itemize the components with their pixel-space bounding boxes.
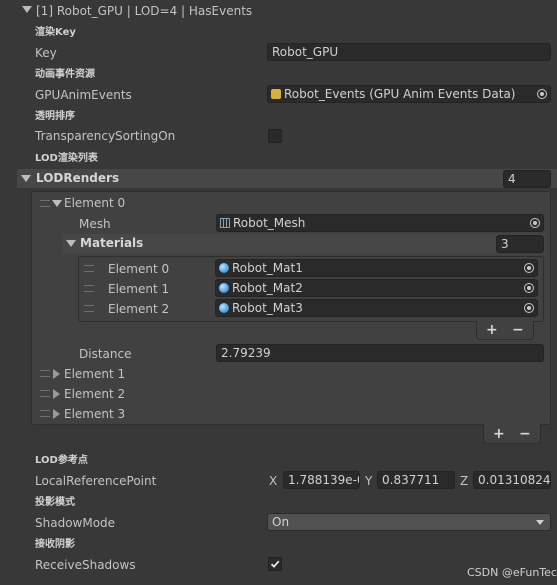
- section-header-anim-events: 动画事件资源: [35, 69, 95, 80]
- local-ref-y-input[interactable]: 0.837711: [377, 471, 455, 489]
- drag-handle-icon[interactable]: [40, 410, 50, 417]
- drag-handle-icon[interactable]: [40, 370, 50, 377]
- materials-footer: [476, 321, 534, 340]
- distance-input[interactable]: 2.79239: [216, 344, 544, 362]
- section-header-lod-list: LOD渲染列表: [35, 153, 98, 164]
- drag-handle-icon[interactable]: [40, 390, 50, 397]
- receive-shadows-checkbox[interactable]: [268, 557, 282, 571]
- local-reference-point-label: LocalReferencePoint: [35, 474, 157, 488]
- materials-add-button[interactable]: +: [486, 322, 498, 338]
- y-axis-label: Y: [365, 474, 373, 488]
- shadow-mode-dropdown[interactable]: On: [267, 513, 551, 531]
- section-header-transparency: 透明排序: [35, 111, 75, 122]
- mesh-icon: [220, 218, 230, 228]
- key-input[interactable]: Robot_GPU: [267, 43, 551, 61]
- material-icon: [219, 263, 229, 273]
- element-0-label: Element 0: [64, 196, 126, 210]
- section-header-render-key: 渲染Key: [35, 27, 76, 38]
- materials-size-input[interactable]: 3: [496, 235, 544, 253]
- chevron-down-icon: [536, 520, 544, 525]
- element-3-expand-icon[interactable]: [53, 409, 60, 419]
- materials-header[interactable]: Materials: [63, 234, 545, 253]
- x-axis-label: X: [269, 474, 278, 488]
- material-element-1-label: Element 1: [108, 282, 170, 296]
- local-ref-z-input[interactable]: 0.01310824: [473, 471, 551, 489]
- object-picker-icon[interactable]: [537, 89, 547, 99]
- local-ref-x-input[interactable]: 1.788139e-0: [283, 471, 360, 489]
- element-2-expand-icon[interactable]: [53, 389, 60, 399]
- section-header-lod-ref: LOD参考点: [35, 455, 88, 466]
- distance-label: Distance: [79, 347, 132, 361]
- lod-renders-expand-icon[interactable]: [21, 175, 31, 182]
- material-icon: [219, 283, 229, 293]
- z-axis-label: Z: [460, 474, 469, 488]
- expand-arrow-icon[interactable]: [22, 6, 32, 13]
- element-1-expand-icon[interactable]: [53, 369, 60, 379]
- checkmark-icon: [270, 560, 280, 568]
- object-picker-icon[interactable]: [524, 263, 534, 273]
- lod-renders-size-input[interactable]: 4: [503, 170, 551, 188]
- drag-handle-icon[interactable]: [84, 265, 94, 272]
- shadow-mode-label: ShadowMode: [35, 516, 116, 530]
- drag-handle-icon[interactable]: [84, 285, 94, 292]
- mesh-label: Mesh: [79, 217, 111, 231]
- materials-label: Materials: [80, 236, 144, 250]
- object-picker-icon[interactable]: [524, 283, 534, 293]
- lod-add-button[interactable]: +: [493, 426, 505, 442]
- material-element-0-label: Element 0: [108, 262, 170, 276]
- drag-handle-icon[interactable]: [40, 200, 50, 207]
- gpu-anim-events-value: Robot_Events (GPU Anim Events Data): [284, 87, 516, 101]
- lod-remove-button[interactable]: −: [519, 426, 531, 442]
- object-picker-icon[interactable]: [524, 303, 534, 313]
- watermark: CSDN @eFunTech: [467, 566, 557, 579]
- element-2-label: Element 2: [64, 387, 126, 401]
- mesh-field[interactable]: Robot_Mesh: [216, 214, 544, 232]
- element-1-label: Element 1: [64, 367, 126, 381]
- transparency-sorting-checkbox[interactable]: [268, 129, 282, 143]
- element-0-expand-icon[interactable]: [52, 200, 62, 207]
- material-element-2-label: Element 2: [108, 302, 170, 316]
- material-1-field[interactable]: Robot_Mat2: [215, 279, 538, 297]
- material-2-field[interactable]: Robot_Mat3: [215, 299, 538, 317]
- receive-shadows-label: ReceiveShadows: [35, 558, 136, 572]
- scriptable-object-icon: [271, 89, 281, 99]
- shadow-mode-value: On: [272, 515, 290, 529]
- transparency-sorting-label: TransparencySortingOn: [35, 129, 176, 143]
- material-0-field[interactable]: Robot_Mat1: [215, 259, 538, 277]
- lod-renders-header[interactable]: LODRenders: [17, 169, 557, 188]
- material-2-value: Robot_Mat3: [232, 301, 303, 315]
- element-3-label: Element 3: [64, 407, 126, 421]
- materials-expand-icon[interactable]: [66, 240, 76, 247]
- object-picker-icon[interactable]: [530, 218, 540, 228]
- key-label: Key: [35, 46, 57, 60]
- section-header-receive-shadow: 接收阴影: [35, 539, 75, 550]
- gpu-anim-events-label: GPUAnimEvents: [35, 88, 132, 102]
- material-0-value: Robot_Mat1: [232, 261, 303, 275]
- gpu-anim-events-field[interactable]: Robot_Events (GPU Anim Events Data): [267, 85, 551, 103]
- material-1-value: Robot_Mat2: [232, 281, 303, 295]
- lod-renders-label: LODRenders: [36, 171, 120, 185]
- component-title: [1] Robot_GPU | LOD=4 | HasEvents: [36, 4, 253, 18]
- drag-handle-icon[interactable]: [84, 305, 94, 312]
- material-icon: [219, 303, 229, 313]
- materials-remove-button[interactable]: −: [512, 322, 524, 338]
- lod-renders-footer: [483, 424, 541, 444]
- mesh-value: Robot_Mesh: [233, 216, 306, 230]
- section-header-shadow-mode: 投影模式: [35, 497, 75, 508]
